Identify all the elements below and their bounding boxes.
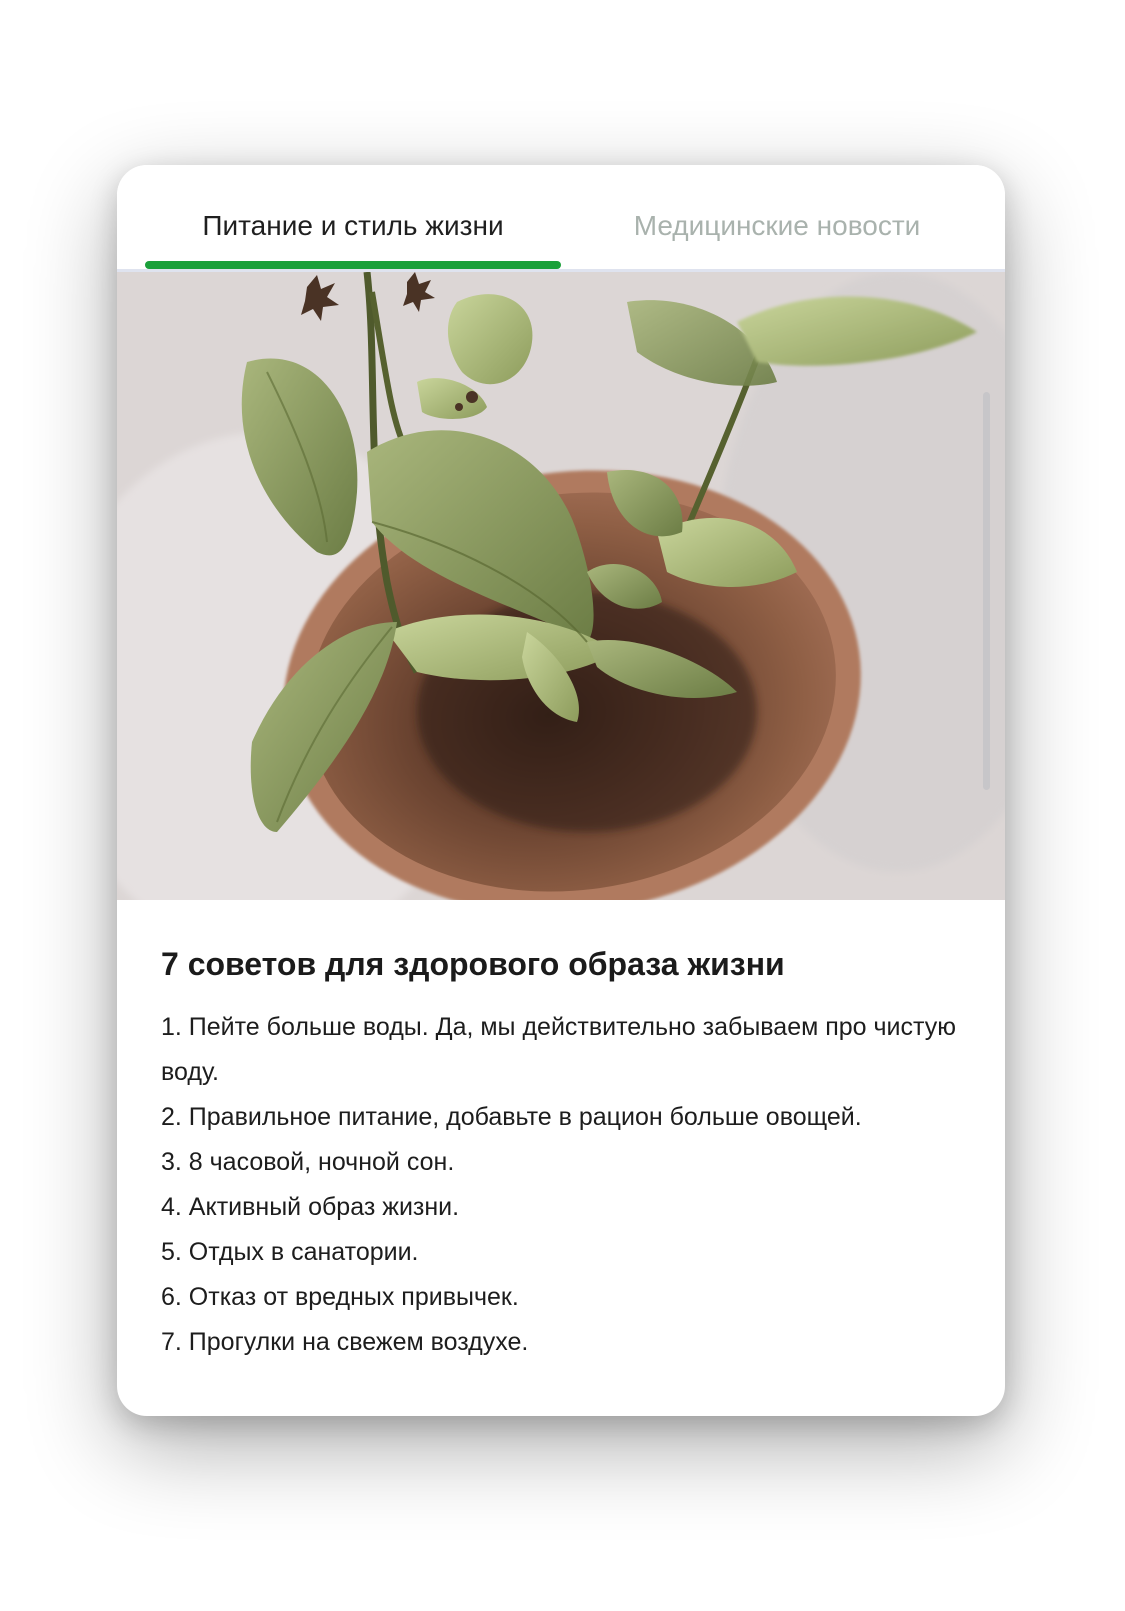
tip-item: 7. Прогулки на свежем воздухе. xyxy=(161,1328,529,1357)
article-image xyxy=(117,272,1005,900)
tips-list: 1. Пейте больше воды. Да, мы действитель… xyxy=(161,1005,971,1365)
article-card: Питание и стиль жизни Медицинские новост… xyxy=(117,165,1005,1416)
article-title: 7 советов для здорового образа жизни xyxy=(161,946,785,982)
tip-item: 6. Отказ от вредных привычек. xyxy=(161,1283,519,1312)
plant-photo xyxy=(117,272,1005,900)
tip-item: 1. Пейте больше воды. Да, мы действитель… xyxy=(161,1013,956,1087)
page: Питание и стиль жизни Медицинские новост… xyxy=(0,0,1125,1611)
tab-medical-news[interactable]: Медицинские новости xyxy=(577,165,977,265)
tip-item: 3. 8 часовой, ночной сон. xyxy=(161,1148,455,1177)
tab-bar: Питание и стиль жизни Медицинские новост… xyxy=(117,165,1005,272)
article-content: 7 советов для здорового образа жизни 1. … xyxy=(161,945,971,1365)
tip-item: 2. Правильное питание, добавьте в рацион… xyxy=(161,1103,862,1132)
tip-item: 4. Активный образ жизни. xyxy=(161,1193,460,1222)
tip-item: 5. Отдых в санатории. xyxy=(161,1238,419,1267)
tab-nutrition-lifestyle[interactable]: Питание и стиль жизни xyxy=(145,165,561,265)
active-tab-indicator xyxy=(145,261,561,269)
tab-label: Медицинские новости xyxy=(633,210,921,241)
image-scrollbar[interactable] xyxy=(983,392,990,790)
tab-label: Питание и стиль жизни xyxy=(202,210,504,241)
